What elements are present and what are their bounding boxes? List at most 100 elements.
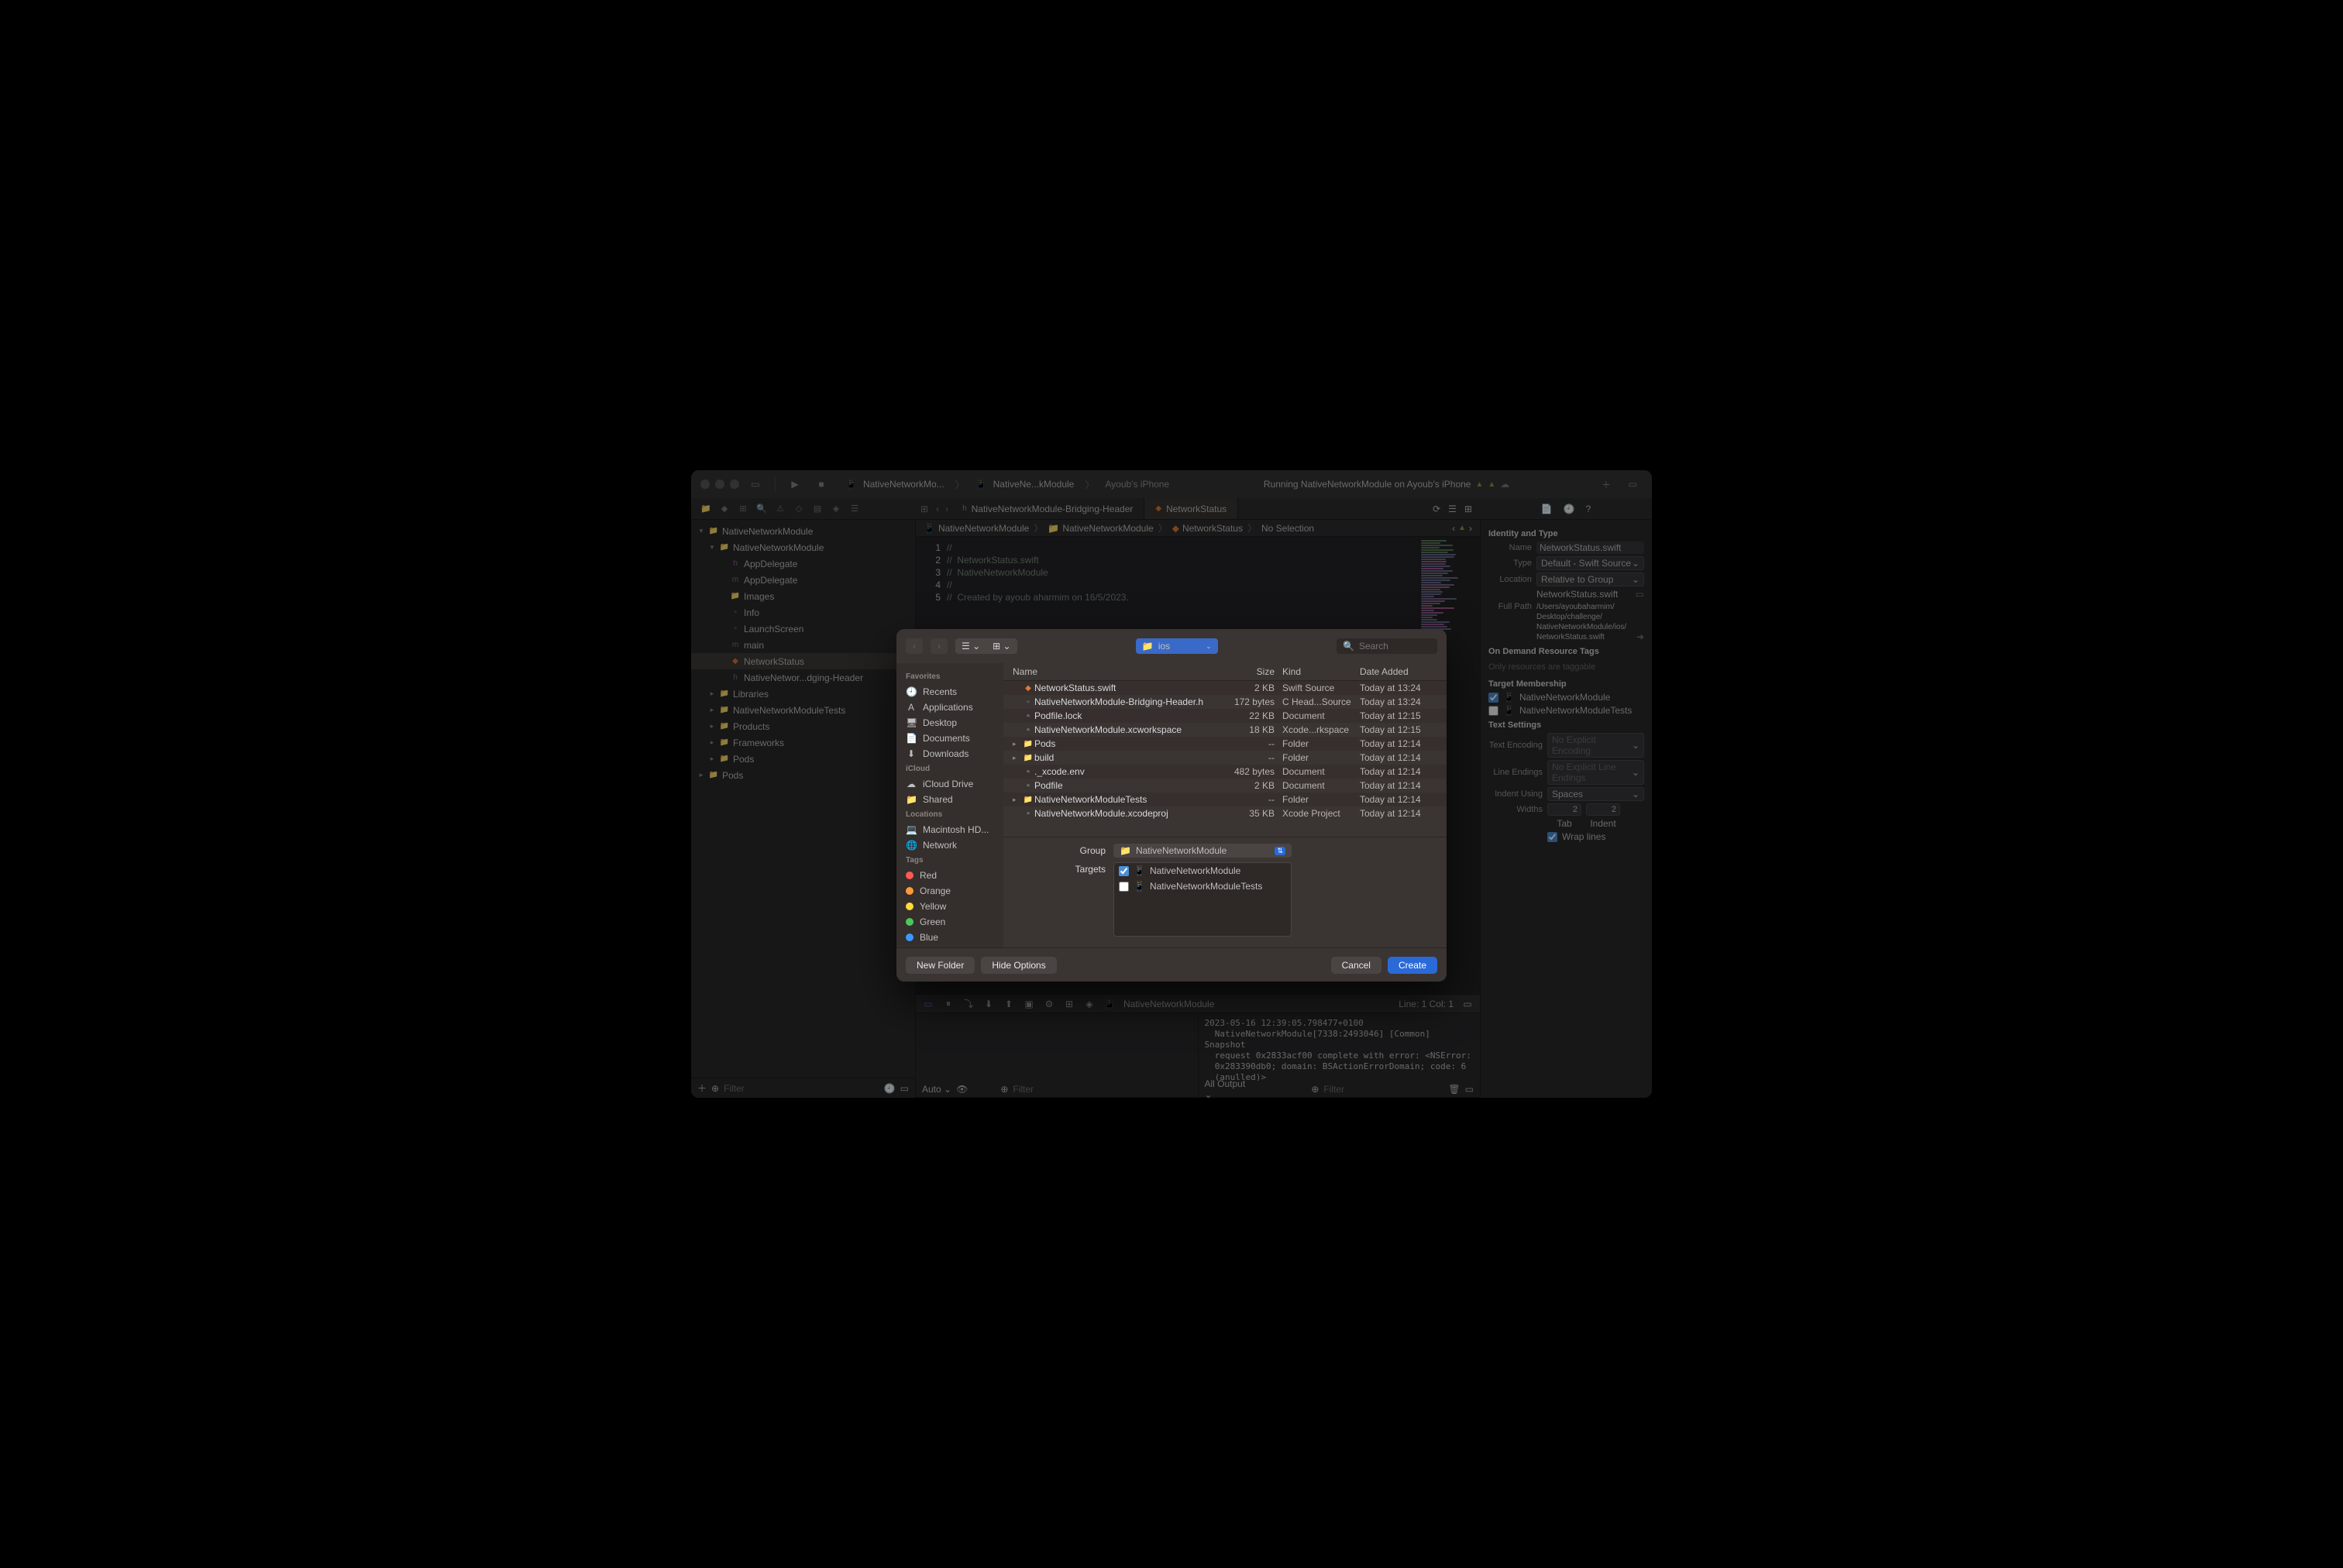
issue-navigator-icon[interactable]: ⚠ xyxy=(773,502,787,516)
source-control-icon[interactable]: ◆ xyxy=(717,502,731,516)
cancel-button[interactable]: Cancel xyxy=(1331,957,1381,974)
close-window-icon[interactable] xyxy=(700,480,710,489)
sidebar-location[interactable]: AApplications xyxy=(896,700,1003,715)
sidebar-tag[interactable]: Blue xyxy=(896,930,1003,945)
step-into-icon[interactable]: ⬇ xyxy=(982,999,995,1009)
search-input[interactable] xyxy=(1359,641,1447,652)
editor-tab[interactable]: ◆NetworkStatus xyxy=(1144,498,1238,519)
toggle-console-icon[interactable]: ▭ xyxy=(1461,999,1474,1009)
type-select[interactable]: Default - Swift Source⌄ xyxy=(1536,556,1644,570)
test-navigator-icon[interactable]: ◇ xyxy=(792,502,806,516)
disclosure-icon[interactable]: ▸ xyxy=(697,771,705,779)
target-checkbox[interactable] xyxy=(1488,693,1498,703)
sidebar-location[interactable]: 🕘Recents xyxy=(896,684,1003,700)
choose-path-icon[interactable]: ▭ xyxy=(1636,589,1644,600)
sidebar-location[interactable]: ⬇Downloads xyxy=(896,746,1003,762)
forward-icon[interactable]: › xyxy=(1469,523,1472,534)
add-button[interactable]: ＋ xyxy=(1596,476,1616,493)
file-row[interactable]: ▫NativeNetworkModule-Bridging-Header.h17… xyxy=(1003,695,1447,709)
tree-item[interactable]: ▸📁Pods xyxy=(691,767,915,783)
tree-item[interactable]: ◆NetworkStatus xyxy=(691,653,915,669)
trash-icon[interactable]: 🗑 xyxy=(1448,1084,1460,1095)
tree-item[interactable]: ▫Info xyxy=(691,604,915,621)
toggle-bottom-icon[interactable]: ▭ xyxy=(1465,1084,1474,1095)
minimize-window-icon[interactable] xyxy=(715,480,724,489)
jump-0[interactable]: NativeNetworkModule xyxy=(938,523,1029,534)
tree-item[interactable]: hAppDelegate xyxy=(691,555,915,572)
text-encoding-select[interactable]: No Explicit Encoding⌄ xyxy=(1547,733,1644,758)
tree-item[interactable]: ▸📁Pods xyxy=(691,751,915,767)
project-tree[interactable]: ▾📁NativeNetworkModule▾📁NativeNetworkModu… xyxy=(691,520,915,1078)
line-endings-select[interactable]: No Explicit Line Endings⌄ xyxy=(1547,760,1644,785)
stop-button[interactable]: ■ xyxy=(811,476,831,493)
history-inspector-icon[interactable]: 🕘 xyxy=(1564,504,1575,514)
col-name[interactable]: Name xyxy=(1013,666,1220,677)
file-row[interactable]: ▫._xcode.env482 bytesDocumentToday at 12… xyxy=(1003,765,1447,779)
tree-item[interactable]: ▸📁Libraries xyxy=(691,686,915,702)
target-checkbox[interactable] xyxy=(1488,706,1498,716)
pause-icon[interactable]: ⏸ xyxy=(942,998,955,1009)
project-navigator-icon[interactable]: 📁 xyxy=(699,502,713,516)
variables-content[interactable] xyxy=(916,1013,1198,1081)
file-row[interactable]: ▫NativeNetworkModule.xcodeproj35 KBXcode… xyxy=(1003,806,1447,820)
forward-button[interactable]: › xyxy=(931,638,948,654)
find-navigator-icon[interactable]: 🔍 xyxy=(755,502,769,516)
scheme-selector[interactable]: 📱 NativeNetworkMo... 〉 📱 NativeNe...kMod… xyxy=(838,478,1177,491)
file-row[interactable]: ▸📁NativeNetworkModuleTests--FolderToday … xyxy=(1003,793,1447,806)
file-row[interactable]: ▫NativeNetworkModule.xcworkspace18 KBXco… xyxy=(1003,723,1447,737)
jump-2[interactable]: NetworkStatus xyxy=(1182,523,1243,534)
sidebar-location[interactable]: 🖥Desktop xyxy=(896,715,1003,731)
disclosure-icon[interactable]: ▸ xyxy=(708,689,716,698)
help-inspector-icon[interactable]: ? xyxy=(1586,504,1591,514)
tree-item[interactable]: mAppDelegate xyxy=(691,572,915,588)
jump-bar[interactable]: 📱 NativeNetworkModule 〉 📁 NativeNetworkM… xyxy=(916,520,1480,537)
file-row[interactable]: ▫Podfile.lock22 KBDocumentToday at 12:15 xyxy=(1003,709,1447,723)
editor-tab[interactable]: hNativeNetworkModule-Bridging-Header xyxy=(951,498,1144,519)
indent-width-stepper[interactable] xyxy=(1586,803,1620,816)
sidebar-location[interactable]: 📁Shared xyxy=(896,792,1003,807)
indent-using-select[interactable]: Spaces⌄ xyxy=(1547,787,1644,801)
file-row[interactable]: ◆NetworkStatus.swift2 KBSwift SourceToda… xyxy=(1003,681,1447,695)
target-checkbox[interactable] xyxy=(1119,882,1129,892)
step-out-icon[interactable]: ⬆ xyxy=(1003,999,1015,1009)
tree-item[interactable]: 📁Images xyxy=(691,588,915,604)
group-select[interactable]: 📁NativeNetworkModule ⇅ xyxy=(1113,844,1292,858)
variables-filter-input[interactable] xyxy=(1013,1084,1191,1095)
toggle-debug-icon[interactable]: ▭ xyxy=(922,999,934,1009)
disclosure-icon[interactable]: ▸ xyxy=(708,722,716,731)
new-folder-button[interactable]: New Folder xyxy=(906,957,975,974)
tree-item[interactable]: ▫LaunchScreen xyxy=(691,621,915,637)
console-output[interactable]: 2023-05-16 12:39:05.798477+0100 NativeNe… xyxy=(1199,1013,1481,1081)
zoom-window-icon[interactable] xyxy=(730,480,739,489)
sidebar-location[interactable]: 📄Documents xyxy=(896,731,1003,746)
tree-item[interactable]: ▸📁NativeNetworkModuleTests xyxy=(691,702,915,718)
disclosure-icon[interactable]: ▸ xyxy=(708,755,716,763)
reload-icon[interactable]: ⟳ xyxy=(1433,504,1440,514)
location-popup[interactable]: 📁 ios ⌄ xyxy=(1136,638,1218,654)
add-file-icon[interactable]: ＋ xyxy=(697,1081,707,1095)
related-items-icon[interactable]: ⊞ xyxy=(916,504,933,514)
hide-options-button[interactable]: Hide Options xyxy=(981,957,1056,974)
tree-item[interactable]: ▸📁Frameworks xyxy=(691,734,915,751)
col-size[interactable]: Size xyxy=(1220,666,1275,677)
target-checkbox[interactable] xyxy=(1119,866,1129,876)
disclosure-icon[interactable]: ▸ xyxy=(1013,754,1022,762)
disclosure-icon[interactable]: ▾ xyxy=(708,543,716,552)
file-row[interactable]: ▸📁build--FolderToday at 12:14 xyxy=(1003,751,1447,765)
disclosure-icon[interactable]: ▸ xyxy=(1013,740,1022,748)
sidebar-tag[interactable]: Yellow xyxy=(896,899,1003,914)
adjust-editor-icon[interactable]: ☰ xyxy=(1448,504,1457,514)
symbol-navigator-icon[interactable]: ⊞ xyxy=(736,502,750,516)
sidebar-tag[interactable]: Red xyxy=(896,868,1003,883)
library-icon[interactable]: ▭ xyxy=(1622,476,1643,493)
debug-target[interactable]: NativeNetworkModule xyxy=(1123,999,1214,1009)
debug-navigator-icon[interactable]: ▤ xyxy=(810,502,824,516)
add-editor-icon[interactable]: ⊞ xyxy=(1464,504,1472,514)
file-row[interactable]: ▸📁Pods--FolderToday at 12:14 xyxy=(1003,737,1447,751)
jump-3[interactable]: No Selection xyxy=(1261,523,1314,534)
filter-input[interactable] xyxy=(724,1083,879,1094)
tree-item[interactable]: ▸📁Products xyxy=(691,718,915,734)
breakpoint-navigator-icon[interactable]: ◈ xyxy=(829,502,843,516)
search-field[interactable]: 🔍 xyxy=(1337,638,1437,654)
sidebar-location[interactable]: 🌐Network xyxy=(896,837,1003,853)
